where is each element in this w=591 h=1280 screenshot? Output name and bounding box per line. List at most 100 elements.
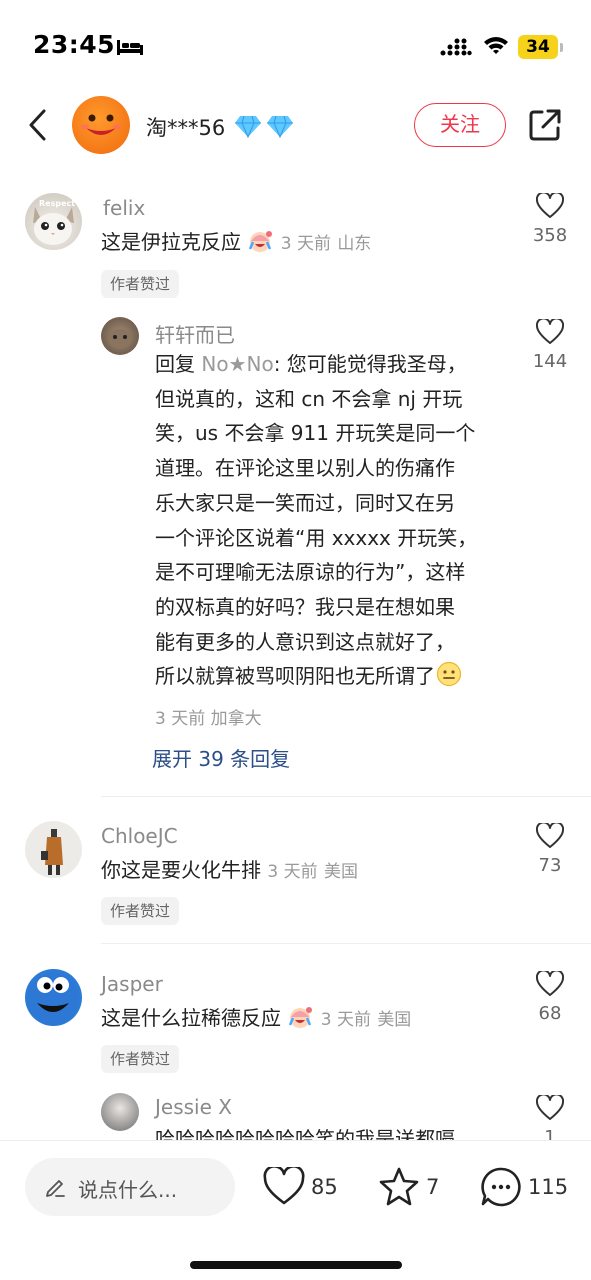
reply-prefix: 回复 — [155, 352, 202, 376]
author-liked-tag: 作者赞过 — [101, 1045, 180, 1073]
cat-avatar-icon — [108, 329, 132, 349]
reply-item: Jessie X 哈哈哈哈哈哈哈哈笑的我是送都嗝 1 — [0, 1088, 591, 1140]
comment-divider — [101, 943, 591, 944]
expand-replies-link[interactable]: 展开 39 条回复 — [152, 743, 290, 772]
person-figure-icon — [41, 829, 63, 875]
comment-divider — [101, 796, 591, 797]
neutral-face-emoji-icon — [436, 662, 462, 687]
comment-time: 3 天前 — [267, 862, 318, 882]
commenter-name[interactable]: 轩轩而已 — [155, 319, 235, 348]
reply-text-line: 但说真的，这和 cn 不会拿 nj 开玩 — [155, 386, 463, 411]
reply-first-text: : 您可能觉得我圣母， — [273, 352, 467, 376]
heart-icon — [535, 317, 565, 344]
reply-text-line: 的双标真的好吗？我只是在想如果 — [155, 594, 455, 619]
heart-icon — [535, 969, 565, 996]
battery-indicator: 34 — [518, 35, 558, 59]
commenter-avatar[interactable] — [25, 969, 82, 1026]
reply-text-line: 笑，us 不会拿 911 开玩笑是同一个 — [155, 421, 476, 446]
wifi-icon — [484, 37, 508, 54]
commenter-name[interactable]: felix — [103, 196, 145, 220]
share-icon[interactable] — [527, 107, 563, 143]
post-favorite-count: 7 — [426, 1175, 440, 1199]
reply-first-line: 回复 No★No: 您可能觉得我圣母， — [155, 347, 477, 382]
reply-meta: 3 天前 加拿大 — [155, 704, 262, 729]
comment-time: 3 天前 — [280, 234, 331, 254]
reply-text-line: 一个评论区说着“用 xxxxx 开玩笑， — [155, 525, 478, 550]
heart-icon — [263, 1167, 305, 1205]
comment-text-line[interactable]: 这是伊拉克反应 3 天前 山东 — [101, 225, 371, 262]
like-post-button[interactable]: 85 — [263, 1166, 343, 1210]
blue-monster-avatar-icon — [27, 973, 79, 1025]
commenter-name[interactable]: ChloeJC — [101, 824, 178, 848]
author-username[interactable]: 淘***56 — [146, 112, 225, 142]
heart-icon — [535, 1093, 565, 1120]
reply-last-line: 所以就算被骂呗阴阳也无所谓了 — [155, 659, 477, 694]
star-icon — [379, 1167, 419, 1206]
commenter-avatar[interactable] — [101, 1093, 139, 1131]
avatar-badge-text: Respect — [39, 199, 76, 208]
reply-text-line: 是不可理喻无法原谅的行为”，这样 — [155, 560, 466, 585]
like-count: 68 — [538, 1003, 562, 1024]
comment-like-button[interactable]: 1 — [520, 1093, 580, 1140]
crying-laughing-emoji-icon — [249, 231, 273, 252]
reply-item: 轩轩而已 回复 No★No: 您可能觉得我圣母， 但说真的，这和 cn 不会拿 … — [0, 310, 591, 780]
author-liked-tag: 作者赞过 — [101, 270, 180, 298]
commenter-avatar[interactable] — [101, 317, 139, 355]
comment-like-button[interactable]: 73 — [520, 821, 580, 876]
bottom-action-bar: 说点什么... 85 7 115 — [0, 1140, 591, 1280]
comment-location: 加拿大 — [210, 709, 262, 729]
comment-text: 这是伊拉克反应 — [101, 230, 241, 254]
favorite-post-button[interactable]: 7 — [378, 1166, 444, 1210]
post-header: 淘***56 关注 — [0, 90, 591, 160]
comment-like-button[interactable]: 144 — [520, 317, 580, 372]
like-count: 1 — [544, 1127, 556, 1140]
reply-text-segment: 所以就算被骂呗阴阳也无所谓了 — [155, 664, 435, 689]
author-liked-tag: 作者赞过 — [101, 897, 180, 925]
comment-bubble-icon — [481, 1167, 521, 1207]
comment-time: 3 天前 — [320, 1010, 371, 1030]
comment-text-line[interactable]: 这是什么拉稀德反应 3 天前 美国 — [101, 1001, 411, 1038]
heart-icon — [535, 191, 565, 218]
signal-icon — [440, 38, 472, 56]
commenter-avatar[interactable] — [25, 821, 82, 878]
author-avatar[interactable] — [72, 96, 130, 154]
comment-like-button[interactable]: 68 — [520, 969, 580, 1024]
comment-location: 美国 — [377, 1010, 412, 1030]
comment-time: 3 天前 — [155, 709, 206, 729]
comments-button[interactable]: 115 — [480, 1166, 570, 1210]
sleep-focus-icon — [117, 40, 143, 55]
comment-item: Jasper 这是什么拉稀德反应 3 天前 美国 作者赞过 68 — [0, 966, 591, 1076]
status-bar: 23:45 34 — [0, 0, 591, 90]
reply-text-line: 能有更多的人意识到这点就好了， — [155, 629, 455, 654]
heart-icon — [535, 821, 565, 848]
commenter-name[interactable]: Jessie X — [155, 1095, 232, 1119]
post-comment-count: 115 — [528, 1175, 569, 1199]
commenter-avatar[interactable]: Respect — [25, 193, 82, 250]
reply-text-line: 乐大家只是一笑而过，同时又在另 — [155, 490, 455, 515]
comment-location: 美国 — [323, 862, 358, 882]
reply-text-block[interactable]: 回复 No★No: 您可能觉得我圣母， 但说真的，这和 cn 不会拿 nj 开玩… — [155, 347, 477, 694]
diamond-badge-icon — [235, 115, 261, 138]
battery-cap — [560, 43, 563, 52]
comment-text: 这是什么拉稀德反应 — [101, 1006, 281, 1030]
status-time: 23:45 — [33, 30, 116, 59]
diamond-badge-icon — [267, 115, 293, 138]
comment-text[interactable]: 哈哈哈哈哈哈哈哈笑的我是送都嗝 — [155, 1122, 455, 1140]
crying-laughing-emoji-icon — [289, 1007, 313, 1028]
comment-text: 你这是要火化牛排 — [101, 858, 261, 882]
comment-text-line[interactable]: 你这是要火化牛排 3 天前 美国 — [101, 853, 358, 890]
comment-input-placeholder: 说点什么... — [78, 1178, 178, 1202]
comment-item: Respect felix 这是伊拉克反应 3 天前 山东 作者赞过 358 — [0, 190, 591, 300]
follow-button[interactable]: 关注 — [414, 103, 506, 147]
smiley-face-icon — [81, 114, 121, 135]
like-count: 144 — [532, 351, 568, 372]
like-count: 73 — [538, 855, 562, 876]
back-arrow-icon[interactable] — [26, 108, 50, 142]
home-indicator — [190, 1261, 402, 1269]
commenter-name[interactable]: Jasper — [101, 972, 163, 996]
comment-like-button[interactable]: 358 — [520, 191, 580, 246]
comment-input[interactable]: 说点什么... — [25, 1158, 235, 1216]
reply-to-user[interactable]: No★No — [201, 352, 273, 376]
like-count: 358 — [532, 225, 568, 246]
post-like-count: 85 — [311, 1175, 338, 1199]
